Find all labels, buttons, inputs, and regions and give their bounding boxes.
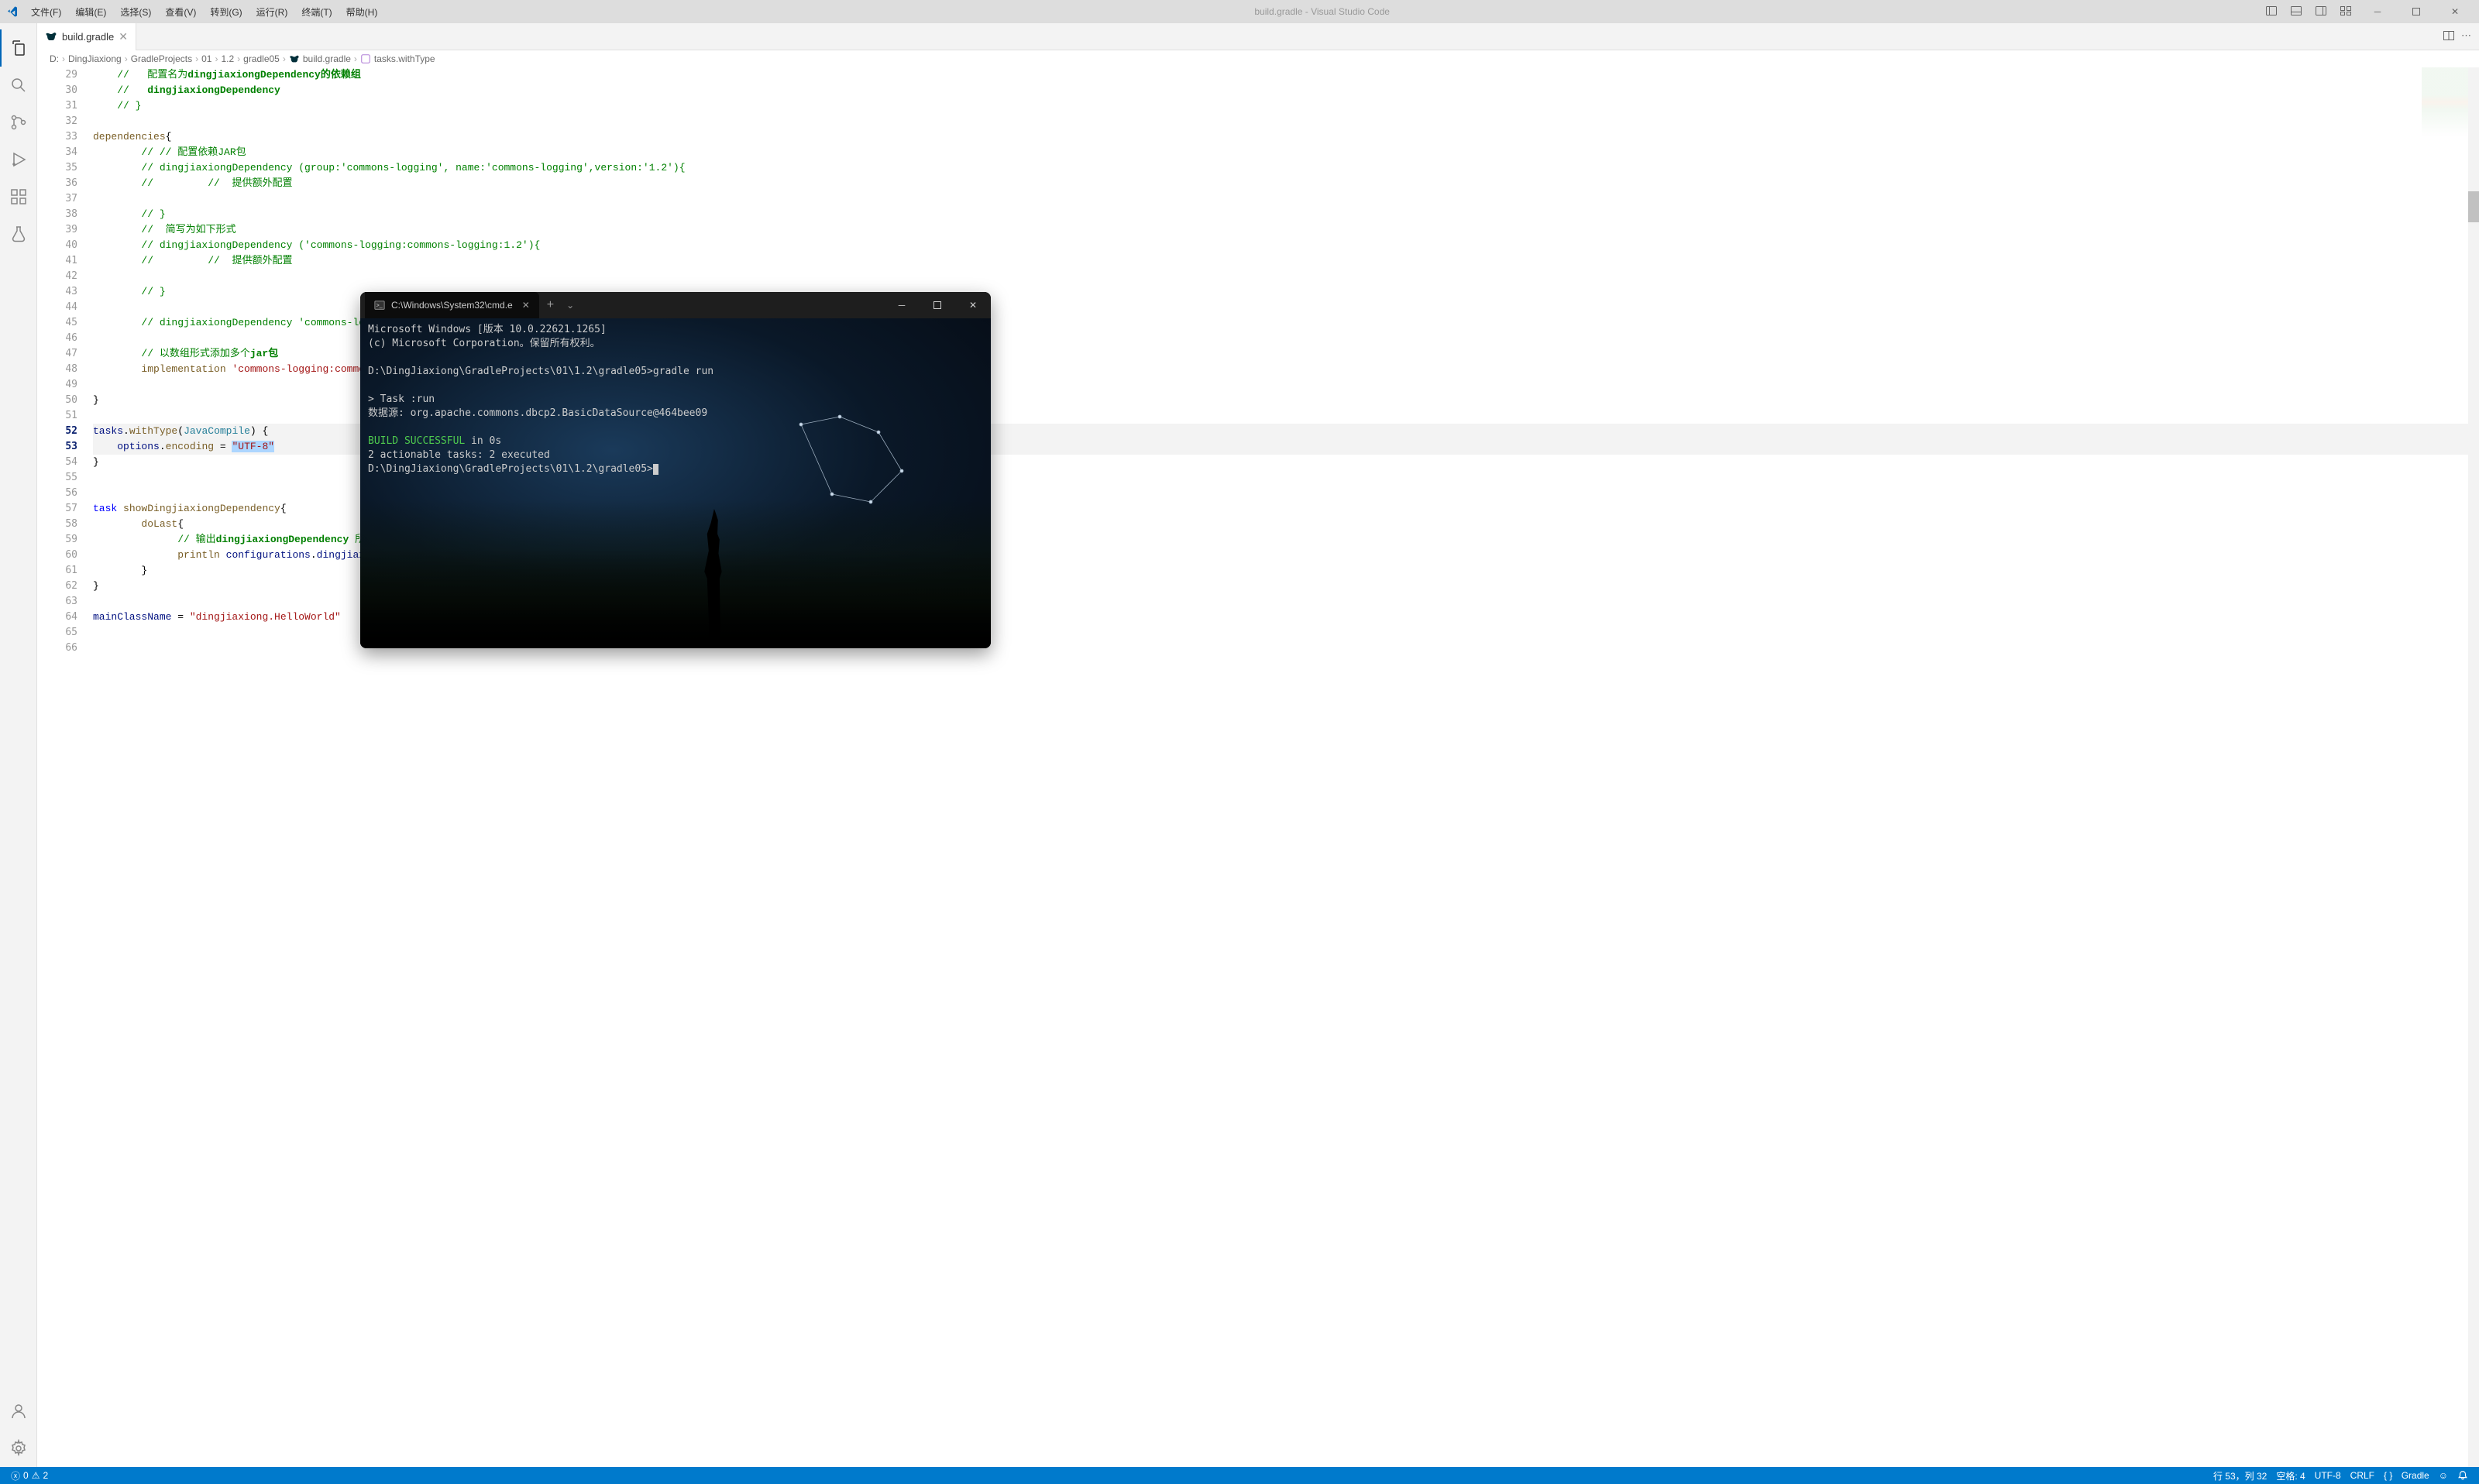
breadcrumb: D:›DingJiaxiong›GradleProjects›01›1.2›gr… [37, 50, 2479, 67]
menu-item[interactable]: 查看(V) [159, 3, 202, 21]
split-editor-icon[interactable] [2443, 29, 2455, 44]
more-actions-icon[interactable]: ⋯ [2461, 29, 2471, 44]
menu-item[interactable]: 文件(F) [25, 3, 67, 21]
menu-item[interactable]: 编辑(E) [69, 3, 112, 21]
terminal-text: Microsoft Windows [版本 10.0.22621.1265](c… [368, 323, 983, 476]
window-close-button[interactable]: ✕ [2437, 0, 2473, 23]
minimap[interactable] [2422, 67, 2468, 137]
code-editor[interactable]: 2930313233343536373839404142434445464748… [37, 67, 2479, 1467]
breadcrumb-separator: › [215, 53, 218, 64]
breadcrumb-item[interactable]: 1.2 [221, 53, 234, 64]
status-eol[interactable]: CRLF [2346, 1470, 2379, 1481]
error-icon: ⓧ [11, 1469, 20, 1482]
breadcrumb-item[interactable]: 01 [201, 53, 211, 64]
gradle-file-icon [289, 53, 300, 64]
status-bar: ⓧ0 ⚠2 行 53，列 32 空格: 4 UTF-8 CRLF { } Gra… [0, 1467, 2479, 1484]
vscode-logo-icon [6, 5, 19, 18]
tab-close-icon[interactable]: ✕ [119, 30, 128, 43]
status-encoding[interactable]: UTF-8 [2310, 1470, 2346, 1481]
warning-count: 2 [43, 1470, 48, 1481]
menu-item[interactable]: 运行(R) [250, 3, 294, 21]
layout-toggle-bottom-icon[interactable] [2285, 0, 2307, 24]
activity-bar [0, 23, 37, 1467]
layout-toggle-left-icon[interactable] [2261, 0, 2282, 24]
breadcrumb-separator: › [237, 53, 240, 64]
menu-item[interactable]: 终端(T) [295, 3, 338, 21]
breadcrumb-separator: › [283, 53, 286, 64]
status-notifications-icon[interactable] [2453, 1470, 2473, 1481]
layout-customize-icon[interactable] [2335, 0, 2357, 24]
breadcrumb-item[interactable]: tasks.withType [360, 53, 435, 64]
titlebar: 文件(F)编辑(E)选择(S)查看(V)转到(G)运行(R)终端(T)帮助(H)… [0, 0, 2479, 23]
terminal-window[interactable]: >_ C:\Windows\System32\cmd.e ✕ + ⌄ ─ ✕ M… [360, 292, 991, 648]
window-minimize-button[interactable]: ─ [2360, 0, 2395, 23]
layout-toggle-right-icon[interactable] [2310, 0, 2332, 24]
breadcrumb-separator: › [195, 53, 198, 64]
terminal-cursor [653, 464, 658, 475]
terminal-tab[interactable]: >_ C:\Windows\System32\cmd.e ✕ [365, 292, 539, 318]
status-language[interactable]: { } Gradle [2379, 1470, 2434, 1481]
breadcrumb-item[interactable]: D: [50, 53, 59, 64]
activity-source-control[interactable] [0, 104, 37, 141]
terminal-new-tab-icon[interactable]: + [539, 298, 562, 312]
window-maximize-button[interactable] [2398, 0, 2434, 23]
symbol-icon [360, 53, 371, 64]
warning-icon: ⚠ [32, 1470, 40, 1481]
scrollbar-thumb[interactable] [2468, 191, 2479, 222]
error-count: 0 [23, 1470, 29, 1481]
status-indentation[interactable]: 空格: 4 [2271, 1469, 2309, 1482]
breadcrumb-item[interactable]: build.gradle [289, 53, 351, 64]
gradle-file-icon [45, 30, 57, 43]
status-feedback[interactable]: ☺ [2434, 1470, 2453, 1481]
status-cursor-position[interactable]: 行 53，列 32 [2209, 1469, 2271, 1482]
terminal-maximize-button[interactable] [920, 292, 955, 318]
terminal-titlebar: >_ C:\Windows\System32\cmd.e ✕ + ⌄ ─ ✕ [360, 292, 991, 318]
activity-extensions[interactable] [0, 178, 37, 215]
breadcrumb-item[interactable]: GradleProjects [131, 53, 192, 64]
terminal-close-button[interactable]: ✕ [955, 292, 991, 318]
menu-item[interactable]: 转到(G) [204, 3, 248, 21]
activity-settings[interactable] [0, 1430, 37, 1467]
status-problems[interactable]: ⓧ0 ⚠2 [6, 1469, 53, 1482]
breadcrumb-separator: › [62, 53, 65, 64]
editor-tabs: build.gradle ✕ ⋯ [37, 23, 2479, 50]
window-title: build.gradle - Visual Studio Code [383, 6, 2261, 17]
tab-label: build.gradle [62, 31, 114, 43]
cmd-icon: >_ [374, 300, 385, 311]
breadcrumb-separator: › [354, 53, 357, 64]
activity-run-debug[interactable] [0, 141, 37, 178]
terminal-tab-title: C:\Windows\System32\cmd.e [391, 300, 513, 311]
activity-testing[interactable] [0, 215, 37, 252]
terminal-tab-close-icon[interactable]: ✕ [522, 300, 530, 311]
menu-item[interactable]: 选择(S) [114, 3, 157, 21]
terminal-body[interactable]: Microsoft Windows [版本 10.0.22621.1265](c… [360, 318, 991, 648]
breadcrumb-separator: › [125, 53, 128, 64]
vertical-scrollbar[interactable] [2468, 67, 2479, 1467]
activity-explorer[interactable] [0, 29, 37, 67]
tab-build-gradle[interactable]: build.gradle ✕ [37, 23, 136, 50]
menu-item[interactable]: 帮助(H) [340, 3, 384, 21]
code-content[interactable]: // 配置名为dingjiaxiongDependency的依赖组 // din… [91, 67, 2479, 1467]
line-number-gutter: 2930313233343536373839404142434445464748… [37, 67, 91, 1467]
activity-account[interactable] [0, 1393, 37, 1430]
svg-text:>_: >_ [376, 304, 383, 309]
breadcrumb-item[interactable]: gradle05 [243, 53, 280, 64]
breadcrumb-item[interactable]: DingJiaxiong [68, 53, 122, 64]
menu-bar: 文件(F)编辑(E)选择(S)查看(V)转到(G)运行(R)终端(T)帮助(H) [25, 3, 383, 21]
terminal-minimize-button[interactable]: ─ [884, 292, 920, 318]
terminal-dropdown-icon[interactable]: ⌄ [562, 300, 579, 311]
activity-search[interactable] [0, 67, 37, 104]
